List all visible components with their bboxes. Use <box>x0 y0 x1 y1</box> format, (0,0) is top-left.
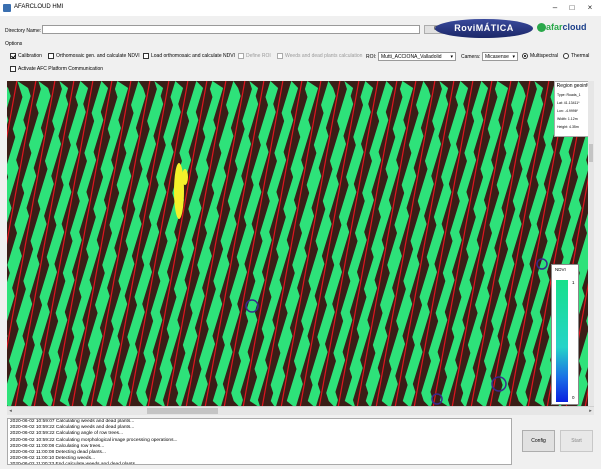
calibration-checkbox[interactable]: Calibration <box>10 53 42 59</box>
weed-patch <box>182 169 188 185</box>
load-orthomosaic-checkbox[interactable]: Load orthomosaic and calculate NDVI <box>143 53 235 59</box>
log-line: 2020-06-02 11:00:23 End calculate weeds … <box>10 462 139 465</box>
checkbox-box[interactable] <box>143 53 149 59</box>
radio-label: Multispectral <box>530 53 559 59</box>
ndvi-colorbar <box>556 280 568 402</box>
camera-select-value: Micasense <box>485 53 509 60</box>
vertical-scrollbar[interactable] <box>588 81 594 406</box>
geoinfo-width: Width: 1.12m <box>557 117 578 121</box>
radio-dot[interactable] <box>563 53 569 59</box>
scroll-left-icon[interactable]: ◂ <box>7 408 14 414</box>
field-image-viewer[interactable] <box>7 81 594 408</box>
roi-select[interactable]: Mutti_ACCIONA_Valladolid ▾ <box>378 52 456 61</box>
checkbox-label: Load orthomosaic and calculate NDVI <box>151 53 235 59</box>
weeds-dead-checkbox[interactable]: Weeds and dead plants calculation <box>277 53 362 59</box>
thermal-radio[interactable]: Thermal <box>563 53 589 59</box>
ndvi-min-label: 0 <box>572 395 575 400</box>
geoinfo-lon: Lon: -4.9996º <box>557 109 578 113</box>
define-roi-checkbox[interactable]: Define ROI <box>238 53 271 59</box>
chevron-down-icon: ▾ <box>512 53 515 60</box>
app-icon <box>3 4 11 12</box>
minimize-icon[interactable]: – <box>548 2 562 14</box>
ndvi-max-label: 1 <box>572 280 575 285</box>
activate-afc-checkbox[interactable]: Activate AFC Platform Communication <box>10 66 103 72</box>
scroll-right-icon[interactable]: ▸ <box>587 408 594 414</box>
geoinfo-lat: Lat: 41.13411º <box>557 101 580 105</box>
geoinfo-type: Type: Roads_1 <box>557 93 581 97</box>
checkbox-box[interactable] <box>10 66 16 72</box>
ndvi-legend: NDVI 1 0 <box>551 264 579 405</box>
camera-select[interactable]: Micasense ▾ <box>482 52 518 61</box>
options-label: Options <box>5 41 23 47</box>
roi-select-value: Mutti_ACCIONA_Valladolid <box>381 53 442 60</box>
roi-label: ROI: <box>366 54 377 60</box>
scroll-thumb[interactable] <box>589 144 593 162</box>
directory-input[interactable] <box>42 25 420 34</box>
checkbox-label: Activate AFC Platform Communication <box>18 66 104 72</box>
rovimatica-logo: RoviMÁTICA <box>435 19 533 38</box>
checkbox-box[interactable] <box>238 53 244 59</box>
scroll-thumb[interactable] <box>147 408 218 414</box>
chevron-down-icon: ▾ <box>450 53 453 60</box>
ndvi-title: NDVI <box>555 267 566 272</box>
camera-label: Camera: <box>461 54 481 60</box>
directory-label: Directory Name: <box>5 28 42 34</box>
start-button[interactable]: Start <box>560 430 593 452</box>
geoinfo-height: Height: 4.35m <box>557 125 579 129</box>
geoinfo-title: Region geoinfo <box>556 83 591 89</box>
window-title: AFARCLOUD HMI <box>14 4 64 10</box>
weed-patch <box>174 163 184 219</box>
radio-dot[interactable] <box>522 53 528 59</box>
title-bar: AFARCLOUD HMI – □ × <box>0 0 601 16</box>
log-output[interactable]: 2020-06-02 10:59:07 Calculating weeds an… <box>7 418 512 465</box>
checkbox-label: Define ROI <box>246 53 271 59</box>
checkbox-box[interactable] <box>10 53 16 59</box>
checkbox-box[interactable] <box>277 53 283 59</box>
radio-label: Thermal <box>571 53 590 59</box>
checkbox-box[interactable] <box>48 53 54 59</box>
multispectral-radio[interactable]: Multispectral <box>522 53 558 59</box>
close-icon[interactable]: × <box>583 2 597 14</box>
config-button[interactable]: Config <box>522 430 555 452</box>
orthomosaic-ndvi-checkbox[interactable]: Orthomosaic gen. and calculate NDVI <box>48 53 140 59</box>
checkbox-label: Calibration <box>18 53 42 59</box>
maximize-icon[interactable]: □ <box>565 2 579 14</box>
checkbox-label: Orthomosaic gen. and calculate NDVI <box>56 53 140 59</box>
checkbox-label: Weeds and dead plants calculation <box>285 53 363 59</box>
ndvi-field-map <box>7 81 594 408</box>
horizontal-scrollbar[interactable]: ◂ ▸ <box>7 406 594 415</box>
afarcloud-logo: afarcloud <box>537 22 587 33</box>
